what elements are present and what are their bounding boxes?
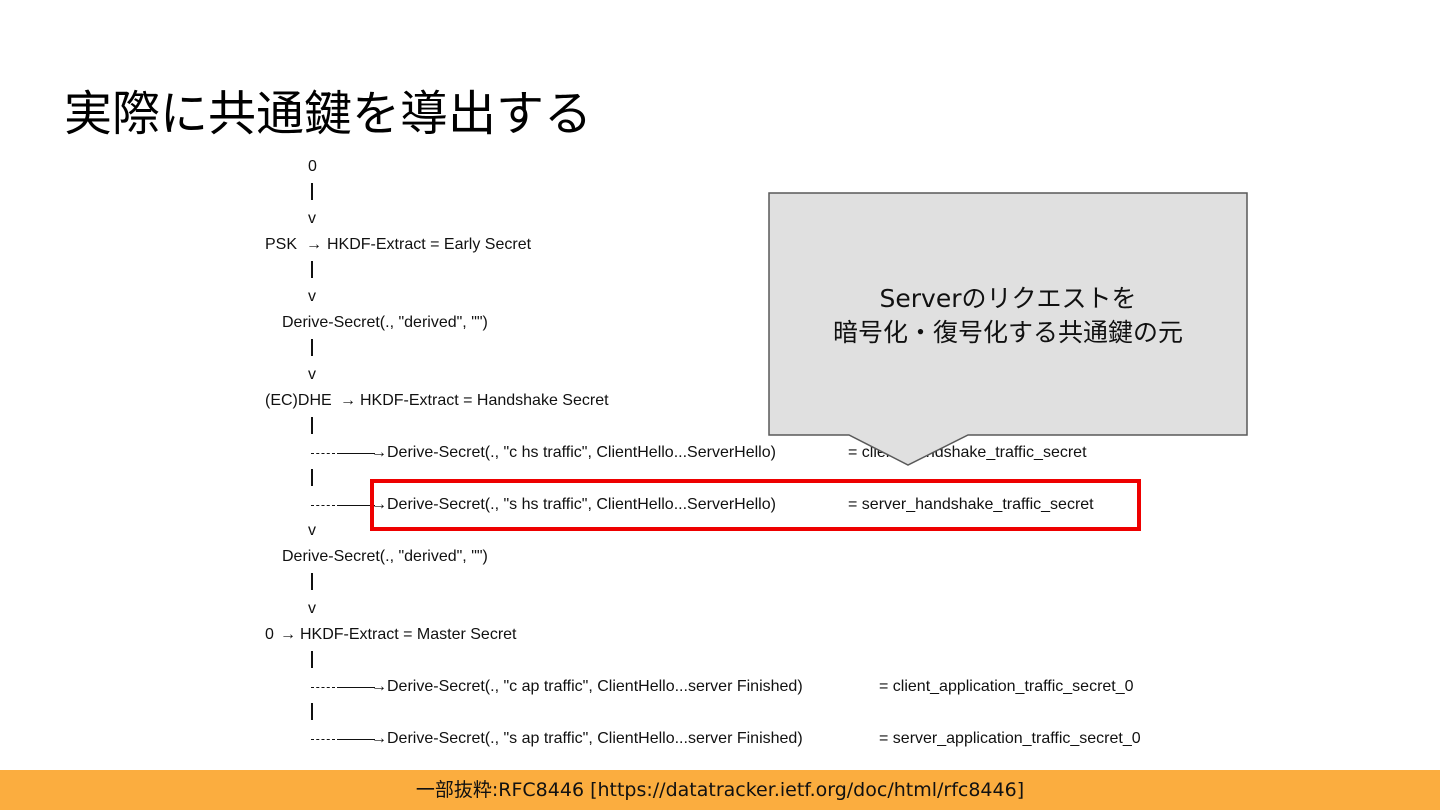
zero-input-label: 0: [265, 626, 274, 643]
flow-arrow-down: v: [308, 210, 316, 227]
flow-bar: [311, 339, 313, 356]
flow-bar: [311, 417, 313, 434]
early-secret-extract: HKDF-Extract = Early Secret: [327, 236, 532, 253]
branch-line: [337, 453, 375, 454]
flow-bar: [311, 183, 313, 200]
footer-bar: 一部抜粋:RFC8446 [https://datatracker.ietf.o…: [0, 770, 1440, 810]
diagram-zero-top: 0: [308, 158, 317, 175]
source-citation: 一部抜粋:RFC8446 [https://datatracker.ietf.o…: [415, 779, 1025, 801]
flow-arrow-down: v: [308, 522, 316, 539]
arrow-right-icon: →: [371, 730, 387, 747]
flow-arrow-down: v: [308, 288, 316, 305]
master-secret-extract: HKDF-Extract = Master Secret: [300, 626, 517, 643]
handshake-secret-extract: HKDF-Extract = Handshake Secret: [360, 392, 609, 409]
callout-line-1: Serverのリクエストを: [879, 284, 1137, 313]
highlight-box: [370, 479, 1141, 531]
callout-text: Serverのリクエストを 暗号化・復号化する共通鍵の元: [769, 282, 1247, 350]
flow-bar: [311, 573, 313, 590]
arrow-right-icon: →: [306, 236, 322, 253]
ecdhe-input-label: (EC)DHE: [265, 392, 332, 409]
arrow-right-icon: →: [340, 392, 356, 409]
branch-dashes: [311, 505, 335, 506]
branch-dashes: [311, 739, 335, 740]
flow-arrow-down: v: [308, 600, 316, 617]
server-application-traffic-secret: = server_application_traffic_secret_0: [879, 730, 1141, 747]
flow-bar: [311, 469, 313, 486]
flow-bar: [311, 651, 313, 668]
flow-bar: [311, 261, 313, 278]
flow-arrow-down: v: [308, 366, 316, 383]
client-application-traffic-secret: = client_application_traffic_secret_0: [879, 678, 1134, 695]
arrow-right-icon: →: [371, 678, 387, 695]
branch-dashes: [311, 453, 335, 454]
derive-c-ap-traffic: Derive-Secret(., "c ap traffic", ClientH…: [387, 678, 803, 695]
psk-input-label: PSK: [265, 236, 298, 253]
branch-line: [337, 687, 375, 688]
callout-line-2: 暗号化・復号化する共通鍵の元: [832, 318, 1183, 347]
arrow-right-icon: →: [371, 444, 387, 461]
branch-dashes: [311, 687, 335, 688]
branch-line: [337, 739, 375, 740]
derive-c-hs-traffic: Derive-Secret(., "c hs traffic", ClientH…: [387, 444, 776, 461]
derive-s-ap-traffic: Derive-Secret(., "s ap traffic", ClientH…: [387, 730, 803, 747]
flow-bar: [311, 703, 313, 720]
derive-secret-derived-2: Derive-Secret(., "derived", ""): [282, 548, 488, 565]
derive-secret-derived-1: Derive-Secret(., "derived", ""): [282, 314, 488, 331]
arrow-right-icon: →: [280, 626, 296, 643]
